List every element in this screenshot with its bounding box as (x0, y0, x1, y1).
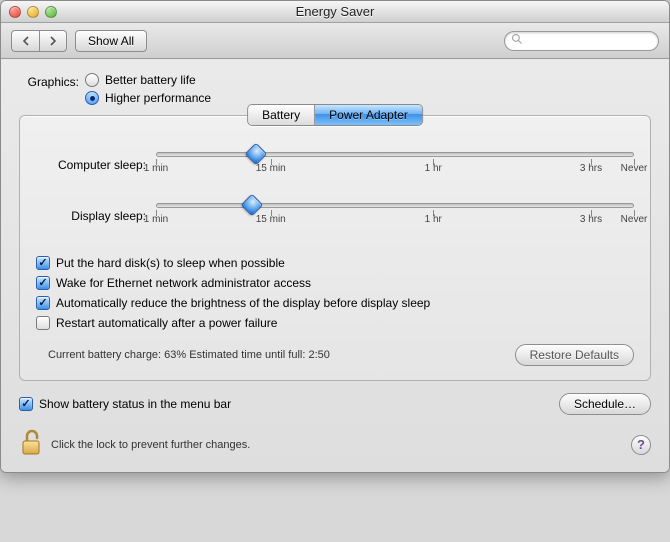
forward-button[interactable] (39, 30, 67, 52)
radio-label: Higher performance (105, 91, 211, 105)
restore-defaults-button[interactable]: Restore Defaults (515, 344, 634, 366)
nav-buttons (11, 30, 67, 52)
check-hd-sleep[interactable]: Put the hard disk(s) to sleep when possi… (36, 256, 634, 270)
check-restart-power-failure[interactable]: Restart automatically after a power fail… (36, 316, 634, 330)
tick-label: 1 min (144, 163, 168, 174)
checkbox-icon (36, 276, 50, 290)
checkbox-icon (19, 397, 33, 411)
status-row: Current battery charge: 63% Estimated ti… (36, 344, 634, 366)
search-field[interactable] (504, 31, 659, 51)
check-menubar-status[interactable]: Show battery status in the menu bar (19, 397, 231, 411)
tick-label: Never (621, 214, 648, 225)
settings-panel: Battery Power Adapter Computer sleep: 1 … (19, 115, 651, 381)
checkbox-label: Wake for Ethernet network administrator … (56, 276, 311, 290)
radio-icon (85, 73, 99, 87)
slider-track (156, 152, 634, 157)
tab-power-adapter[interactable]: Power Adapter (315, 105, 422, 125)
computer-sleep-row: Computer sleep: 1 min15 min1 hr3 hrsNeve… (36, 152, 634, 177)
tick-label: 3 hrs (580, 163, 602, 174)
graphics-option-performance[interactable]: Higher performance (85, 91, 211, 105)
graphics-option-battery[interactable]: Better battery life (85, 73, 211, 87)
tick-label: 1 hr (425, 163, 442, 174)
lock-icon[interactable] (19, 429, 43, 460)
radio-icon (85, 91, 99, 105)
tick-label: 1 hr (425, 214, 442, 225)
search-input[interactable] (527, 34, 670, 48)
tab-battery[interactable]: Battery (248, 105, 315, 125)
display-sleep-row: Display sleep: 1 min15 min1 hr3 hrsNever (36, 203, 634, 228)
display-sleep-slider[interactable]: 1 min15 min1 hr3 hrsNever (156, 203, 634, 228)
tick-label: 1 min (144, 214, 168, 225)
computer-sleep-label: Computer sleep: (36, 158, 146, 172)
show-all-button[interactable]: Show All (75, 30, 147, 52)
content: Graphics: Better battery life Higher per… (1, 59, 669, 472)
below-panel-row: Show battery status in the menu bar Sche… (19, 393, 651, 415)
tabset: Battery Power Adapter (247, 104, 423, 126)
checkbox-icon (36, 296, 50, 310)
tick-label: 15 min (256, 163, 286, 174)
lock-row: Click the lock to prevent further change… (19, 429, 651, 460)
schedule-button[interactable]: Schedule… (559, 393, 651, 415)
checkbox-label: Restart automatically after a power fail… (56, 316, 277, 330)
help-button[interactable]: ? (631, 435, 651, 455)
search-icon (511, 33, 527, 48)
radio-label: Better battery life (105, 73, 196, 87)
check-dim-before-sleep[interactable]: Automatically reduce the brightness of t… (36, 296, 634, 310)
checkbox-label: Put the hard disk(s) to sleep when possi… (56, 256, 285, 270)
checkbox-icon (36, 316, 50, 330)
slider-track (156, 203, 634, 208)
tick-label: Never (621, 163, 648, 174)
tick-label: 3 hrs (580, 214, 602, 225)
window: Energy Saver Show All Graphics: (0, 0, 670, 473)
checkbox-icon (36, 256, 50, 270)
back-button[interactable] (11, 30, 39, 52)
graphics-label: Graphics: (19, 73, 79, 89)
checkbox-label: Automatically reduce the brightness of t… (56, 296, 430, 310)
graphics-section: Graphics: Better battery life Higher per… (19, 73, 651, 105)
lock-text: Click the lock to prevent further change… (51, 439, 250, 451)
toolbar: Show All (1, 23, 669, 59)
tick-label: 15 min (256, 214, 286, 225)
window-title: Energy Saver (1, 4, 669, 19)
check-wake-ethernet[interactable]: Wake for Ethernet network administrator … (36, 276, 634, 290)
display-sleep-label: Display sleep: (36, 209, 146, 223)
checkbox-label: Show battery status in the menu bar (39, 397, 231, 411)
titlebar: Energy Saver (1, 1, 669, 23)
battery-status-text: Current battery charge: 63% Estimated ti… (36, 349, 330, 361)
computer-sleep-slider[interactable]: 1 min15 min1 hr3 hrsNever (156, 152, 634, 177)
